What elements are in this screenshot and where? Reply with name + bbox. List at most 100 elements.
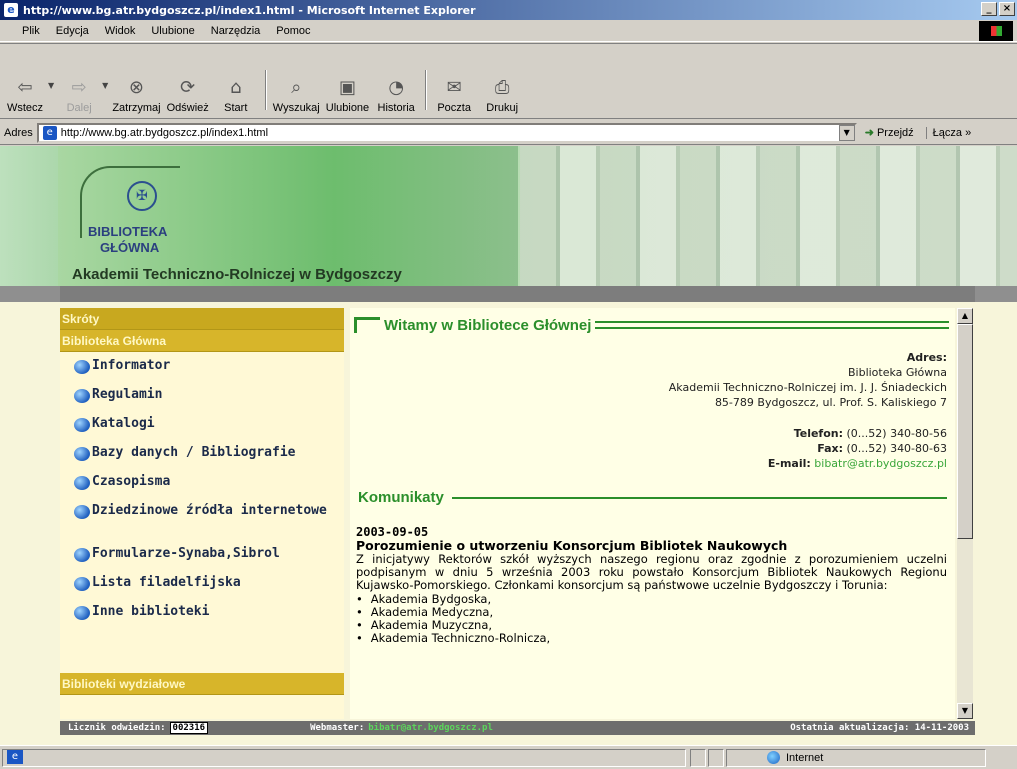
scroll-down-icon[interactable]: ▼ (957, 703, 973, 719)
bullet-icon (74, 476, 90, 490)
refresh-button[interactable]: ⟳ Odśwież (166, 76, 209, 115)
fax-value: (0...52) 340-80-63 (846, 442, 948, 455)
sidebar-item-formularze[interactable]: Formularze-Synaba,Sibrol (60, 546, 344, 575)
forward-button[interactable]: ⇨ Dalej (58, 76, 100, 115)
menu-file[interactable]: Plik (22, 25, 40, 37)
mail-icon: ✉ (446, 76, 462, 98)
sidebar-header-faculty-libraries[interactable]: Biblioteki wydziałowe (60, 673, 344, 695)
sidebar-item-lista[interactable]: Lista filadelfijska (60, 575, 344, 604)
email-label: E-mail: (767, 457, 811, 470)
bullet-icon (74, 606, 90, 620)
page-icon: e (42, 125, 57, 140)
sidebar-item-czasopisma[interactable]: Czasopisma (60, 474, 344, 503)
sidebar: Skróty Biblioteka Główna Informator Regu… (60, 308, 344, 719)
links-button[interactable]: Łącza » (925, 126, 971, 139)
history-button[interactable]: ◔ Historia (375, 76, 417, 115)
content-scrollbar[interactable]: ▲ ▼ (957, 308, 973, 719)
favorites-label: Ulubione (325, 102, 370, 114)
web-page: ✠ BIBLIOTEKA GŁÓWNA Akademii Techniczno-… (0, 146, 1017, 745)
bullet-icon (74, 389, 90, 403)
forward-arrow-icon: ⇨ (71, 76, 87, 98)
menu-help[interactable]: Pomoc (276, 25, 310, 37)
main-content: Witamy w Bibliotece Głównej Adres: Bibli… (350, 308, 955, 719)
search-icon: ⌕ (291, 76, 302, 98)
close-button[interactable]: × (999, 2, 1015, 16)
contact-block: Adres: Biblioteka Główna Akademii Techni… (350, 350, 955, 471)
search-button[interactable]: ⌕ Wyszukaj (273, 76, 320, 115)
home-icon: ⌂ (230, 76, 242, 98)
status-cell (708, 748, 724, 767)
last-update: Ostatnia aktualizacja: 14-11-2003 (790, 723, 969, 733)
bullet-icon (74, 418, 90, 432)
menu-favorites[interactable]: Ulubione (151, 25, 194, 37)
history-icon: ◔ (388, 76, 405, 98)
sidebar-header-main-library[interactable]: Biblioteka Główna (60, 330, 344, 352)
webmaster-link[interactable]: bibatr@atr.bydgoszcz.pl (368, 723, 493, 733)
print-button[interactable]: ⎙ Drukuj (481, 76, 523, 115)
address-line: Biblioteka Główna (847, 366, 947, 379)
status-text-cell: e (2, 748, 686, 767)
address-line: 85-789 Bydgoszcz, ul. Prof. S. Kaliskieg… (714, 396, 947, 409)
phone-value: (0...52) 340-80-56 (846, 427, 948, 440)
menu-bar: Plik Edycja Widok Ulubione Narzędzia Pom… (0, 20, 1017, 42)
go-button[interactable]: ➜ Przejdź (864, 126, 914, 140)
toolbar-separator (425, 70, 428, 110)
forward-dropdown-icon[interactable]: ▼ (102, 81, 108, 90)
scroll-thumb[interactable] (957, 324, 973, 539)
sidebar-item-zrodla[interactable]: Dziedzinowe źródła internetowe (60, 503, 344, 546)
mail-button[interactable]: ✉ Poczta (433, 76, 475, 115)
sidebar-item-informator[interactable]: Informator (60, 358, 344, 387)
minimize-button[interactable]: _ (981, 2, 997, 16)
back-button[interactable]: ⇦ Wstecz (4, 76, 46, 115)
go-arrow-icon: ➜ (864, 127, 874, 139)
toolbar: ⇦ Wstecz ▼ ⇨ Dalej ▼ ⊗ Zatrzymaj ⟳ Odświ… (0, 43, 1017, 119)
sidebar-item-inne[interactable]: Inne biblioteki (60, 604, 344, 633)
news-title: Komunikaty (350, 489, 955, 506)
menu-tools[interactable]: Narzędzia (211, 25, 261, 37)
page-status-icon: e (7, 749, 23, 764)
header-divider (0, 286, 1017, 302)
print-label: Drukuj (486, 102, 519, 114)
sidebar-item-katalogi[interactable]: Katalogi (60, 416, 344, 445)
welcome-title: Witamy w Bibliotece Głównej (350, 312, 955, 338)
sidebar-item-regulamin[interactable]: Regulamin (60, 387, 344, 416)
home-label: Start (224, 102, 248, 114)
scroll-up-icon[interactable]: ▲ (957, 308, 973, 324)
toolbar-separator (264, 70, 267, 110)
stop-button[interactable]: ⊗ Zatrzymaj (112, 76, 160, 115)
phone-label: Telefon: (793, 427, 843, 440)
status-bar: e Internet (0, 745, 1017, 769)
address-line: Akademii Techniczno-Rolniczej im. J. J. … (668, 381, 947, 394)
title-deco (354, 317, 380, 333)
news-headline: Porozumienie o utworzeniu Konsorcjum Bib… (356, 538, 788, 553)
footer-band: Licznik odwiedzin: 002316 Webmaster: bib… (0, 721, 1017, 745)
favorites-button[interactable]: ▣ Ulubione (325, 76, 370, 115)
sidebar-item-bazy[interactable]: Bazy danych / Bibliografie (60, 445, 344, 474)
news-rule (451, 496, 947, 499)
list-item: Akademia Techniczno-Rolnicza, (356, 632, 947, 645)
email-link[interactable]: bibatr@atr.bydgoszcz.pl (814, 457, 947, 470)
back-dropdown-icon[interactable]: ▼ (48, 81, 54, 90)
fax-label: Fax: (817, 442, 843, 455)
home-button[interactable]: ⌂ Start (215, 76, 257, 115)
refresh-icon: ⟳ (180, 76, 196, 98)
news-list: Akademia Bydgoska, Akademia Medyczna, Ak… (356, 593, 947, 645)
status-cell (690, 748, 706, 767)
visit-counter: 002316 (169, 722, 209, 734)
title-rule (595, 321, 949, 329)
forward-label: Dalej (66, 102, 92, 114)
menu-view[interactable]: Widok (105, 25, 136, 37)
bullet-icon (74, 505, 90, 519)
favorites-icon: ▣ (338, 76, 356, 98)
address-bar: Adres e http://www.bg.atr.bydgoszcz.pl/i… (0, 121, 1017, 145)
address-dropdown-icon[interactable]: ▼ (838, 124, 855, 141)
ie-icon: e (4, 3, 18, 17)
back-arrow-icon: ⇦ (17, 76, 33, 98)
sidebar-list: Informator Regulamin Katalogi Bazy danyc… (60, 352, 344, 664)
menu-edit[interactable]: Edycja (56, 25, 89, 37)
refresh-label: Odśwież (166, 102, 209, 114)
mail-label: Poczta (437, 102, 471, 114)
stop-icon: ⊗ (128, 76, 144, 98)
window-title-bar[interactable]: e http://www.bg.atr.bydgoszcz.pl/index1.… (0, 0, 1017, 20)
address-input[interactable]: e http://www.bg.atr.bydgoszcz.pl/index1.… (36, 122, 857, 143)
